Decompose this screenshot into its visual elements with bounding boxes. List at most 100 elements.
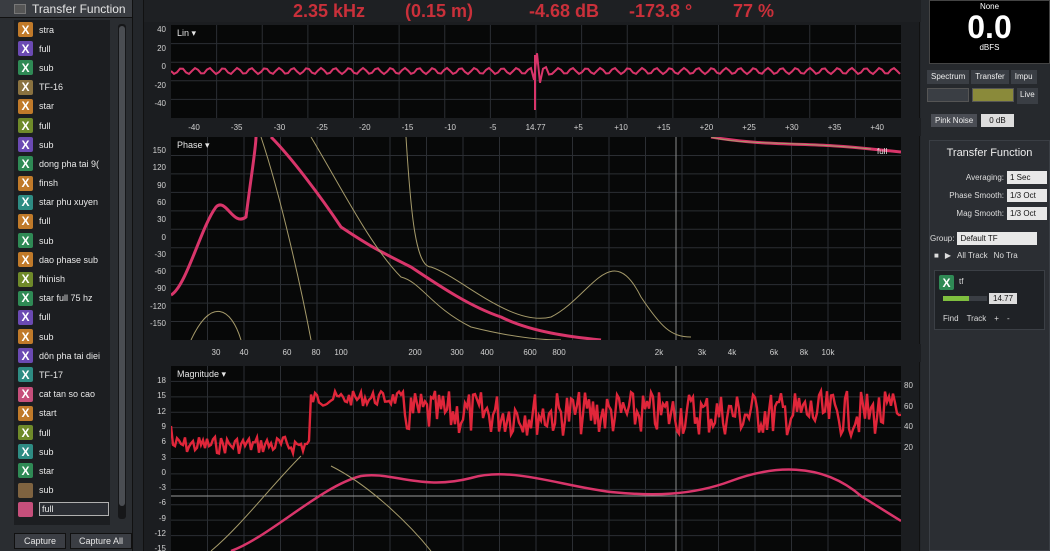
panel-collapse-icon[interactable] xyxy=(14,3,26,14)
visibility-toggle-icon[interactable] xyxy=(18,501,33,517)
all-track-button[interactable]: All Track xyxy=(957,251,988,260)
list-item[interactable]: Xstar phu xuyen xyxy=(14,193,110,212)
list-item[interactable]: Xcat tan so cao xyxy=(14,385,110,404)
visibility-toggle-icon[interactable]: X xyxy=(18,309,33,325)
visibility-toggle-icon[interactable]: X xyxy=(18,213,33,229)
visibility-toggle-icon[interactable]: X xyxy=(18,367,33,383)
visibility-toggle-icon[interactable]: X xyxy=(18,444,33,460)
y-tick-label: 60 xyxy=(157,197,166,207)
single-pane-button[interactable] xyxy=(927,88,969,102)
visibility-toggle-icon[interactable]: X xyxy=(18,271,33,287)
list-item[interactable]: Xfull xyxy=(14,308,110,327)
averaging-select[interactable]: 1 Sec xyxy=(1007,171,1047,184)
phase-plot[interactable]: Phase ▾ full xyxy=(171,137,901,340)
capture-all-button[interactable]: Capture All xyxy=(70,533,132,549)
capture-button[interactable]: Capture xyxy=(14,533,66,549)
list-item[interactable]: X TF-16 xyxy=(14,78,110,97)
list-item[interactable]: Xstar full 75 hz xyxy=(14,289,110,308)
visibility-toggle-icon[interactable]: X xyxy=(18,233,33,249)
x-tick-label: 10k xyxy=(821,348,835,357)
visibility-toggle-icon[interactable]: X xyxy=(18,405,33,421)
magnitude-scale-dropdown[interactable]: Magnitude ▾ xyxy=(177,369,226,380)
visibility-toggle-icon[interactable]: X xyxy=(18,22,33,38)
visibility-toggle-icon[interactable]: X xyxy=(18,156,33,172)
list-item[interactable]: Xsub xyxy=(14,58,110,77)
visibility-toggle-icon[interactable]: X xyxy=(18,137,33,153)
list-item[interactable]: Xdôn pha tai diei xyxy=(14,346,110,365)
tab-spectrum[interactable]: Spectrum xyxy=(927,70,970,84)
visibility-toggle-icon[interactable]: X xyxy=(18,194,33,210)
magnitude-plot[interactable]: Magnitude ▾ xyxy=(171,366,901,551)
pink-noise-controls: Pink Noise 0 dB xyxy=(931,114,1014,127)
coherence-tick-label: 60 xyxy=(904,401,913,411)
y-tick-label: 120 xyxy=(152,163,166,173)
x-tick-label: +35 xyxy=(827,123,842,132)
list-item[interactable]: X TF-17 xyxy=(14,365,110,384)
list-item[interactable]: Xstra xyxy=(14,20,110,39)
list-item[interactable]: Xfull xyxy=(14,39,110,58)
track-name: tf xyxy=(959,277,964,286)
list-item[interactable]: Xdao phase sub xyxy=(14,250,110,269)
list-item[interactable]: Xfhinish xyxy=(14,269,110,288)
live-button[interactable]: Live xyxy=(1017,88,1038,104)
visibility-toggle-icon[interactable]: X xyxy=(18,329,33,345)
list-scrollbar[interactable] xyxy=(118,24,126,519)
visibility-toggle-icon[interactable]: X xyxy=(18,463,33,479)
stop-icon[interactable]: ■ xyxy=(934,251,939,260)
x-tick-label: -25 xyxy=(316,123,328,132)
y-tick-label: 0 xyxy=(161,62,166,71)
tab-transfer[interactable]: Transfer xyxy=(971,70,1009,84)
list-item[interactable]: Xfull xyxy=(14,116,110,135)
play-icon[interactable]: ▶ xyxy=(945,251,951,260)
impulse-plot[interactable]: Lin ▾ xyxy=(171,25,901,118)
track-toggle-icon[interactable]: X xyxy=(939,275,954,290)
tab-impulse[interactable]: Impu xyxy=(1010,70,1037,84)
list-item[interactable]: Xsub xyxy=(14,327,110,346)
scrollbar-thumb[interactable] xyxy=(119,26,125,506)
track-entry[interactable]: X tf 14.77 Find Track + - xyxy=(934,270,1045,330)
track-button[interactable]: Track xyxy=(967,314,987,323)
no-track-button[interactable]: No Tra xyxy=(994,251,1018,260)
list-item[interactable]: Xsub xyxy=(14,442,110,461)
y-tick-label: -20 xyxy=(154,80,166,90)
phase-smooth-select[interactable]: 1/3 Oct xyxy=(1007,189,1047,202)
list-item[interactable]: Xdong pha tai 9( xyxy=(14,154,110,173)
list-item[interactable]: Xfull xyxy=(14,212,110,231)
visibility-toggle-icon[interactable] xyxy=(18,482,33,498)
group-select[interactable]: Default TF xyxy=(957,232,1038,245)
plus-button[interactable]: + xyxy=(994,314,999,323)
list-item[interactable]: Xstar xyxy=(14,461,110,480)
find-button[interactable]: Find xyxy=(943,314,959,323)
readout-phase: -173.8 ° xyxy=(629,1,693,21)
visibility-toggle-icon[interactable]: X xyxy=(18,175,33,191)
visibility-toggle-icon[interactable]: X xyxy=(18,252,33,268)
pink-noise-button[interactable]: Pink Noise xyxy=(931,114,978,127)
double-pane-button[interactable] xyxy=(972,88,1014,102)
visibility-toggle-icon[interactable]: X xyxy=(18,41,33,57)
visibility-toggle-icon[interactable]: X xyxy=(18,348,33,364)
list-item[interactable]: Xstar xyxy=(14,97,110,116)
impulse-scale-dropdown[interactable]: Lin ▾ xyxy=(177,28,196,39)
x-tick-label: +20 xyxy=(699,123,714,132)
minus-button[interactable]: - xyxy=(1007,314,1010,323)
visibility-toggle-icon[interactable]: X xyxy=(18,386,33,402)
visibility-toggle-icon[interactable]: X xyxy=(18,79,33,95)
list-item[interactable]: full xyxy=(14,500,110,519)
list-item[interactable]: Xsub xyxy=(14,231,110,250)
pink-noise-level[interactable]: 0 dB xyxy=(981,114,1014,127)
x-tick-label: 4k xyxy=(727,348,737,357)
track-delay-value[interactable]: 14.77 xyxy=(989,293,1018,304)
list-item[interactable]: Xstart xyxy=(14,404,110,423)
phase-scale-dropdown[interactable]: Phase ▾ xyxy=(177,140,210,151)
list-item[interactable]: Xfinsh xyxy=(14,174,110,193)
visibility-toggle-icon[interactable]: X xyxy=(18,425,33,441)
list-item[interactable]: Xfull xyxy=(14,423,110,442)
visibility-toggle-icon[interactable]: X xyxy=(18,118,33,134)
list-item[interactable]: Xsub xyxy=(14,135,110,154)
mag-smooth-select[interactable]: 1/3 Oct xyxy=(1007,207,1047,220)
visibility-toggle-icon[interactable]: X xyxy=(18,98,33,114)
visibility-toggle-icon[interactable]: X xyxy=(18,290,33,306)
x-tick-label: 60 xyxy=(282,348,292,357)
visibility-toggle-icon[interactable]: X xyxy=(18,60,33,76)
list-item[interactable]: sub xyxy=(14,481,110,500)
